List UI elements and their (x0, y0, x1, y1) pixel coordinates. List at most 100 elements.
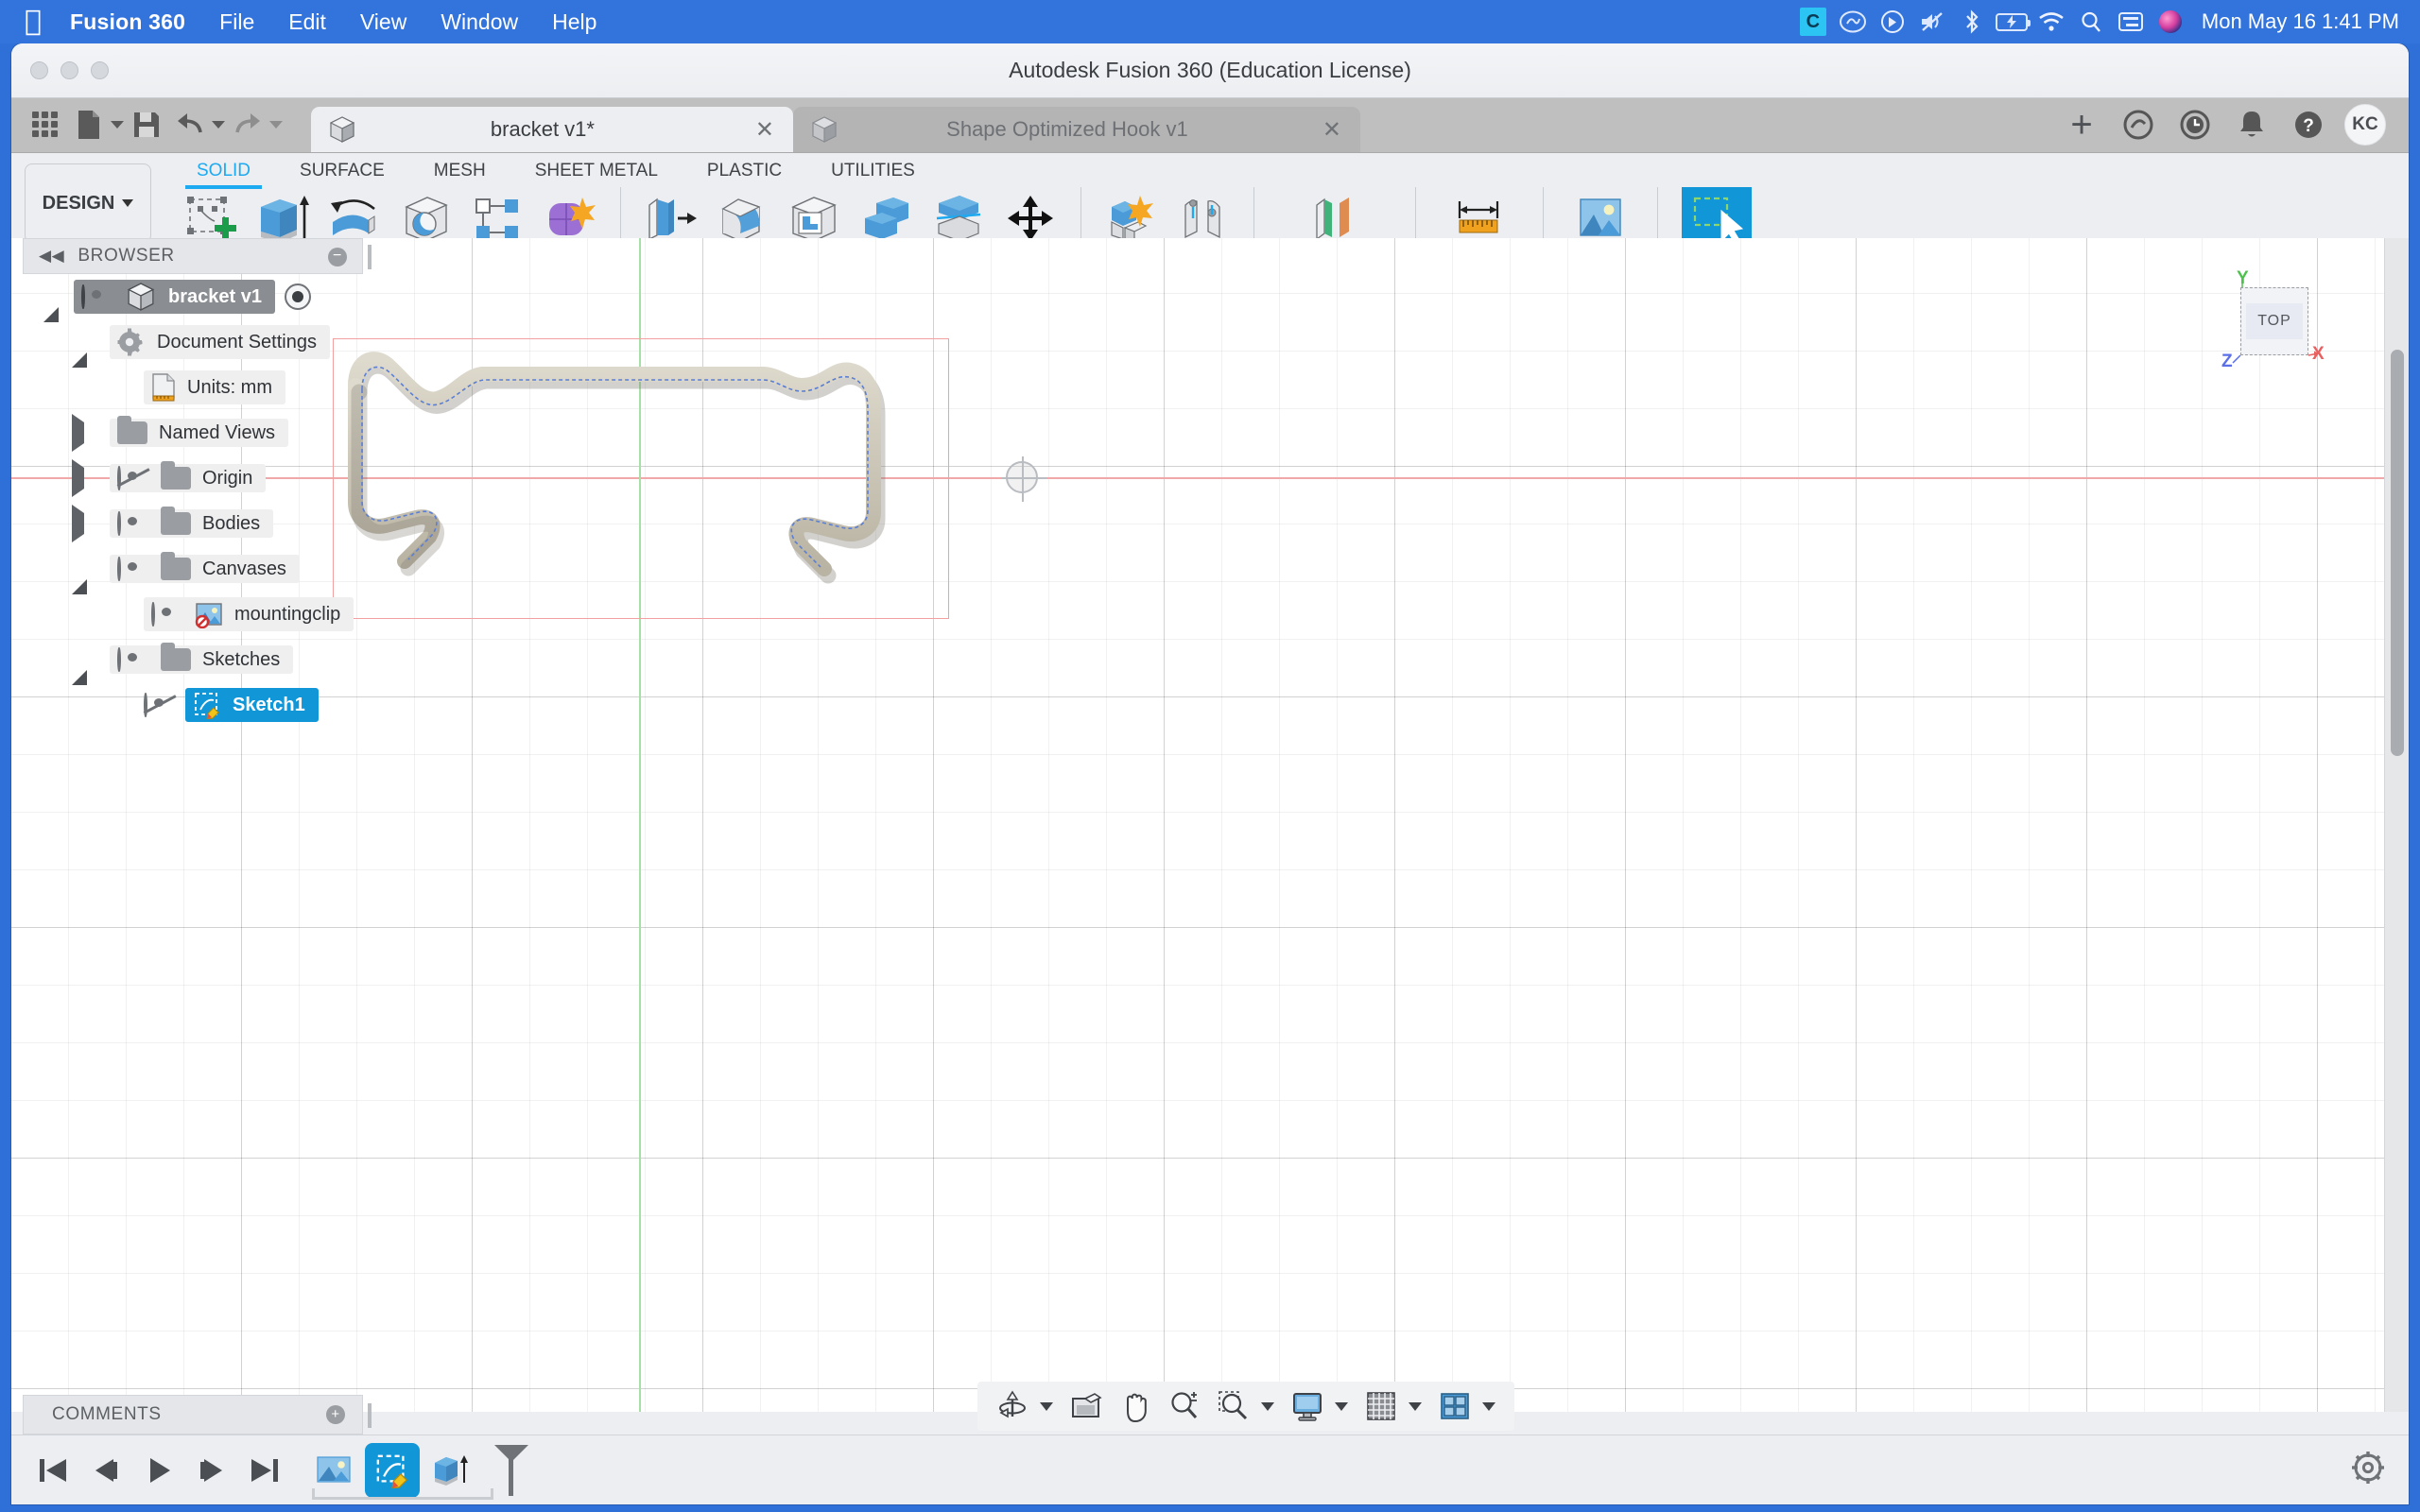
activate-component-radio[interactable] (284, 284, 311, 310)
play-icon[interactable] (132, 1442, 185, 1499)
pan-icon[interactable] (1112, 1384, 1159, 1428)
creative-cloud-icon[interactable]: C (1793, 0, 1833, 43)
timeline-settings-icon[interactable] (2350, 1450, 2386, 1490)
tree-item-bodies-chip[interactable]: Bodies (110, 507, 274, 538)
expand-toggle-bracket[interactable] (43, 285, 59, 322)
volume-mute-icon[interactable] (1912, 0, 1952, 43)
go-to-end-icon[interactable] (238, 1442, 291, 1499)
tree-item-named-views-chip[interactable]: Named Views (110, 416, 289, 447)
tree-item-canvases[interactable]: Canvases (23, 546, 439, 594)
minimize-window-button[interactable] (60, 61, 78, 79)
tab-utilities[interactable]: UTILITIES (806, 157, 940, 189)
look-at-icon[interactable] (1063, 1384, 1110, 1428)
document-tab-bracket-close-icon[interactable]: ✕ (731, 116, 774, 144)
tree-item-canvases-chip[interactable]: Canvases (110, 552, 300, 583)
tree-item-units-chip[interactable]: Units: mm (144, 370, 285, 404)
visibility-toggle-mountingclip[interactable] (151, 602, 183, 627)
siri-icon[interactable] (2151, 0, 2190, 43)
document-tab-hook[interactable]: Shape Optimized Hook v1 ✕ (793, 107, 1360, 152)
zoom-icon[interactable] (1161, 1384, 1208, 1428)
tree-item-mountingclip-chip[interactable]: mountingclip (144, 597, 354, 631)
grid-snaps-dropdown-icon[interactable] (1409, 1401, 1422, 1411)
document-tab-bracket[interactable]: bracket v1* ✕ (311, 107, 793, 152)
play-circle-icon[interactable] (1873, 0, 1912, 43)
apple-menu-icon[interactable]:  (25, 8, 42, 36)
tree-item-sketch1[interactable]: Sketch1 (23, 682, 439, 728)
comments-resize-grip[interactable] (368, 1403, 372, 1428)
expand-toggle-sketches[interactable] (72, 648, 87, 685)
visibility-toggle-canvases[interactable] (117, 557, 149, 581)
menu-app-name[interactable]: Fusion 360 (70, 9, 185, 35)
collapse-browser-icon[interactable]: ◀◀ (39, 247, 64, 266)
job-status-icon[interactable] (2112, 97, 2165, 152)
tree-item-sketches-chip[interactable]: Sketches (110, 643, 294, 674)
menu-window[interactable]: Window (441, 9, 518, 35)
menu-view[interactable]: View (360, 9, 406, 35)
tree-item-bodies[interactable]: Bodies (23, 501, 439, 546)
tab-sheet-metal[interactable]: SHEET METAL (510, 157, 683, 189)
expand-toggle-canvases[interactable] (72, 558, 87, 594)
tree-item-origin-chip[interactable]: Origin (110, 461, 267, 492)
tree-item-named-views[interactable]: Named Views (23, 410, 439, 455)
expand-toggle-document-settings[interactable] (72, 331, 87, 368)
orbit-dropdown-icon[interactable] (1040, 1401, 1053, 1411)
step-forward-icon[interactable] (185, 1442, 238, 1499)
tree-item-bracket[interactable]: bracket v1 (23, 274, 439, 322)
undo-dropdown-icon[interactable] (212, 121, 225, 129)
cloud-sync-icon[interactable] (1833, 0, 1873, 43)
expand-toggle-origin[interactable] (72, 458, 84, 497)
menu-clock[interactable]: Mon May 16 1:41 PM (2202, 9, 2399, 34)
document-tab-hook-close-icon[interactable]: ✕ (1298, 116, 1341, 144)
close-window-button[interactable] (30, 61, 48, 79)
redo-group[interactable] (227, 102, 283, 147)
expand-toggle-named-views[interactable] (72, 413, 84, 452)
tree-item-sketches[interactable]: Sketches (23, 637, 439, 685)
tab-solid[interactable]: SOLID (172, 157, 275, 189)
tree-item-mountingclip[interactable]: mountingclip (23, 592, 439, 637)
wifi-icon[interactable] (2031, 0, 2071, 43)
undo-icon[interactable] (169, 102, 211, 147)
visibility-toggle-origin[interactable] (117, 466, 149, 490)
recent-activity-icon[interactable] (2169, 97, 2221, 152)
tree-item-origin[interactable]: Origin (23, 455, 439, 501)
menu-file[interactable]: File (219, 9, 254, 35)
control-center-icon[interactable] (2111, 0, 2151, 43)
undo-group[interactable] (169, 102, 225, 147)
go-to-beginning-icon[interactable] (26, 1442, 79, 1499)
zoom-window-dropdown-icon[interactable] (1261, 1401, 1274, 1411)
browser-resize-grip[interactable] (368, 245, 372, 269)
new-tab-button[interactable]: + (2055, 97, 2108, 152)
origin-point[interactable] (1001, 456, 1046, 502)
new-document-icon[interactable] (68, 102, 110, 147)
window-controls[interactable] (30, 61, 109, 79)
save-icon[interactable] (126, 102, 167, 147)
viewport-vertical-scrollbar[interactable] (2384, 238, 2409, 1412)
scrollbar-thumb[interactable] (2391, 350, 2404, 756)
orbit-icon[interactable] (989, 1384, 1036, 1428)
tree-item-bracket-chip[interactable]: bracket v1 (74, 280, 275, 314)
viewports-dropdown-icon[interactable] (1482, 1401, 1495, 1411)
display-settings-icon[interactable] (1284, 1384, 1331, 1428)
user-avatar[interactable]: KC (2339, 97, 2392, 152)
new-document-group[interactable] (68, 102, 124, 147)
display-settings-dropdown-icon[interactable] (1335, 1401, 1348, 1411)
minimize-browser-icon[interactable]: − (328, 248, 347, 266)
grid-snaps-icon[interactable] (1357, 1384, 1405, 1428)
tree-item-units[interactable]: Units: mm (23, 365, 439, 410)
menu-edit[interactable]: Edit (288, 9, 326, 35)
tab-mesh[interactable]: MESH (409, 157, 510, 189)
zoom-window-button[interactable] (91, 61, 109, 79)
visibility-toggle-bodies[interactable] (117, 511, 149, 536)
tree-item-document-settings-chip[interactable]: Document Settings (110, 325, 330, 359)
tree-item-sketch1-chip[interactable]: Sketch1 (185, 688, 319, 722)
visibility-toggle-sketches[interactable] (117, 647, 149, 672)
help-icon[interactable]: ? (2282, 97, 2335, 152)
bluetooth-icon[interactable] (1952, 0, 1992, 43)
step-back-icon[interactable] (79, 1442, 132, 1499)
timeline-end-marker[interactable] (494, 1443, 528, 1498)
viewports-icon[interactable] (1431, 1384, 1478, 1428)
tab-plastic[interactable]: PLASTIC (683, 157, 806, 189)
visibility-toggle-sketch1[interactable] (144, 693, 176, 717)
spotlight-search-icon[interactable] (2071, 0, 2111, 43)
tree-item-document-settings[interactable]: Document Settings (23, 319, 439, 368)
